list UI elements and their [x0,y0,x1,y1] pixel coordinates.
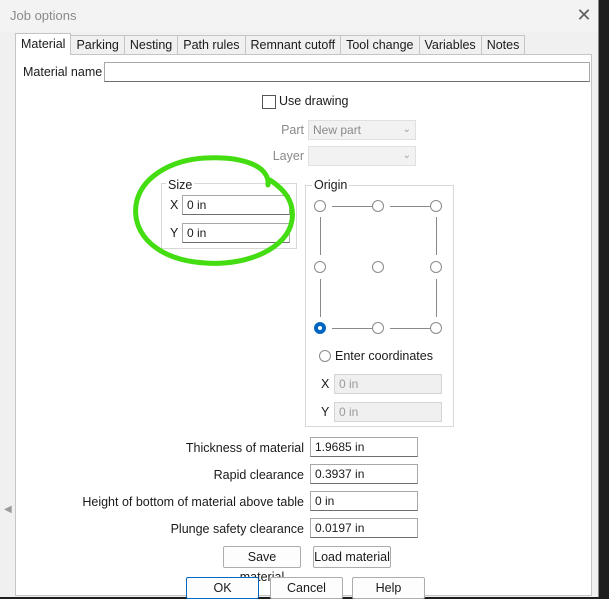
tab-tool-change[interactable]: Tool change [340,35,420,55]
origin-grid-line [332,328,372,329]
use-drawing-checkbox[interactable] [262,95,276,109]
origin-y-input[interactable]: 0 in [334,402,442,422]
origin-center-radio[interactable] [372,261,384,273]
tab-material[interactable]: Material [15,33,72,55]
tab-nesting[interactable]: Nesting [123,35,179,55]
window-title: Job options [10,8,77,23]
tab-variables[interactable]: Variables [418,35,482,55]
plunge-safety-input[interactable]: 0.0197 in [310,518,418,538]
save-material-button[interactable]: Save material [223,546,301,584]
origin-grid-line [390,328,430,329]
plunge-safety-label: Plunge safety clearance [170,522,304,536]
load-material-button[interactable]: Load material [313,546,391,568]
origin-x-input[interactable]: 0 in [334,374,442,394]
origin-middle-right-radio[interactable] [430,261,442,273]
origin-bottom-left-radio[interactable] [314,322,326,334]
tab-remnant-cutoff[interactable]: Remnant cutoff [244,35,342,55]
tab-bar: Material Parking Nesting Path rules Remn… [15,33,526,55]
material-tab-panel: Material name Use drawing Part New part … [15,54,592,596]
height-above-table-input[interactable]: 0 in [310,491,418,511]
origin-group-label: Origin [312,178,350,192]
part-select-value: New part [313,123,362,137]
origin-grid-line [332,206,372,207]
help-button[interactable]: Help [352,577,425,599]
resize-arrow-icon: ◀ [4,504,12,515]
close-icon[interactable]: ✕ [572,4,596,26]
origin-grid-line [436,217,437,255]
material-name-input[interactable] [104,62,590,82]
part-label: Part [281,123,304,137]
title-bar: Job options ✕ [0,0,598,32]
size-group-label: Size [166,178,195,192]
origin-bottom-center-radio[interactable] [372,322,384,334]
size-y-input[interactable]: 0 in [182,223,290,243]
chevron-down-icon: ⌄ [402,150,411,161]
layer-label: Layer [272,149,304,163]
origin-x-label: X [321,377,330,391]
size-y-label: Y [170,226,179,240]
origin-grid-line [390,206,430,207]
origin-grid-line [320,217,321,255]
origin-top-left-radio[interactable] [314,200,326,212]
origin-bottom-right-radio[interactable] [430,322,442,334]
origin-top-right-radio[interactable] [430,200,442,212]
tab-notes[interactable]: Notes [480,35,526,55]
ok-button[interactable]: OK [186,577,259,599]
layer-select[interactable]: ⌄ [308,146,416,166]
tab-path-rules[interactable]: Path rules [177,35,246,55]
size-x-input[interactable]: 0 in [182,195,290,215]
material-name-label: Material name [23,65,103,79]
thickness-label: Thickness of material [185,441,304,455]
tab-parking[interactable]: Parking [70,35,125,55]
origin-grid-line [320,279,321,317]
chevron-down-icon: ⌄ [402,124,411,135]
origin-grid-line [436,279,437,317]
enter-coordinates-label: Enter coordinates [335,349,433,363]
job-options-dialog: Job options ✕ Material Parking Nesting P… [0,0,599,599]
height-above-table-label: Height of bottom of material above table [82,495,304,509]
part-select[interactable]: New part ⌄ [308,120,416,140]
rapid-clearance-label: Rapid clearance [213,468,304,482]
cancel-button[interactable]: Cancel [270,577,343,599]
enter-coordinates-radio[interactable] [319,350,331,362]
rapid-clearance-input[interactable]: 0.3937 in [310,464,418,484]
size-x-label: X [170,198,179,212]
thickness-input[interactable]: 1.9685 in [310,437,418,457]
origin-y-label: Y [321,405,330,419]
origin-middle-left-radio[interactable] [314,261,326,273]
use-drawing-label: Use drawing [279,94,349,108]
origin-top-center-radio[interactable] [372,200,384,212]
